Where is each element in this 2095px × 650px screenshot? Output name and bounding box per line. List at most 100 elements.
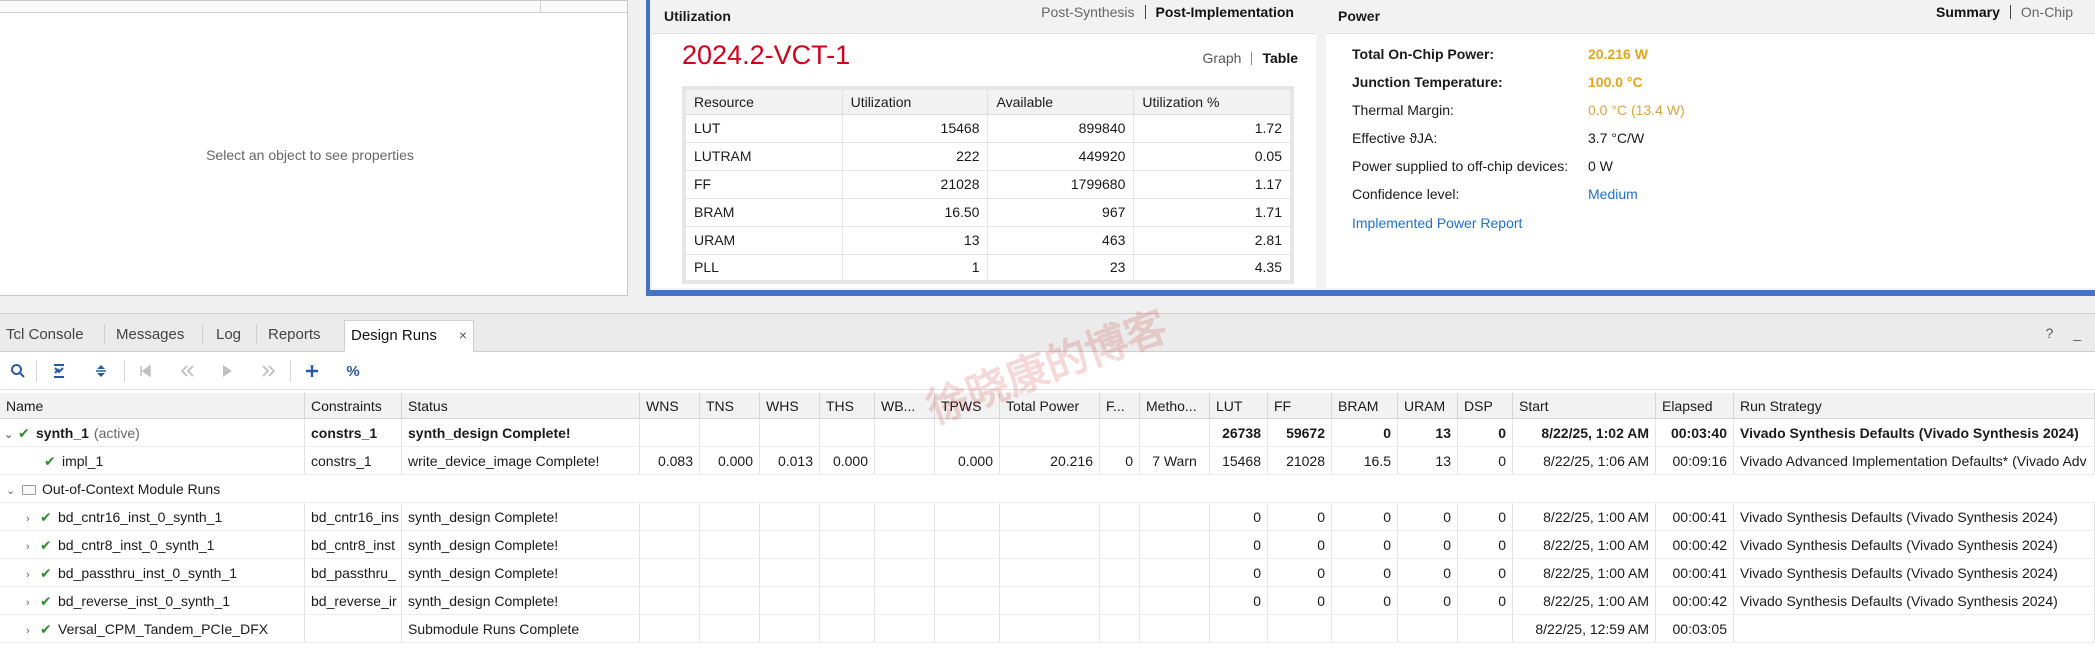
chevron-right-icon[interactable]: › bbox=[26, 533, 40, 558]
utilization-col-header[interactable]: Utilization bbox=[841, 87, 989, 115]
tab-design-runs[interactable]: Design Runs × bbox=[344, 320, 475, 352]
tab-messages[interactable]: Messages bbox=[110, 320, 190, 352]
thermal-margin-value: 0.0 °C (13.4 W) bbox=[1588, 102, 1685, 118]
run-cell-ff: 0 bbox=[1268, 503, 1332, 530]
tab-summary[interactable]: Summary bbox=[1926, 4, 2010, 20]
column-header[interactable]: Start bbox=[1513, 393, 1656, 418]
confidence-level-link[interactable]: Medium bbox=[1588, 186, 1638, 202]
column-header[interactable]: Name bbox=[0, 393, 305, 418]
power-title: Power bbox=[1338, 8, 1381, 24]
column-header[interactable]: DSP bbox=[1458, 393, 1513, 418]
column-header[interactable]: Metho... bbox=[1140, 393, 1210, 418]
run-cell-uram: 13 bbox=[1398, 447, 1458, 474]
utilization-row[interactable]: PLL 1 23 4.35 bbox=[683, 253, 1293, 283]
previous-icon[interactable] bbox=[176, 360, 198, 382]
utilization-cell: 15468 bbox=[841, 113, 989, 143]
column-header[interactable]: Total Power bbox=[1000, 393, 1100, 418]
utilization-row[interactable]: FF 21028 1799680 1.17 bbox=[683, 169, 1293, 199]
view-table[interactable]: Table bbox=[1252, 50, 1308, 66]
utilization-cell: PLL bbox=[683, 253, 843, 283]
column-header[interactable]: LUT bbox=[1210, 393, 1268, 418]
column-header[interactable]: Status bbox=[402, 393, 640, 418]
run-cell-start: 8/22/25, 1:00 AM bbox=[1513, 587, 1656, 614]
utilization-cell: 899840 bbox=[987, 113, 1135, 143]
run-cell-dsp bbox=[1458, 615, 1513, 642]
effective-theta-value: 3.7 °C/W bbox=[1588, 130, 1645, 146]
run-cell-dsp: 0 bbox=[1458, 447, 1513, 474]
run-row[interactable]: › ✔ bd_cntr16_inst_0_synth_1 bd_cntr16_ins s… bbox=[0, 503, 2095, 531]
tab-post-implementation[interactable]: Post-Implementation bbox=[1146, 4, 1304, 20]
column-header[interactable]: F... bbox=[1100, 393, 1140, 418]
percent-icon[interactable]: % bbox=[342, 360, 364, 382]
run-cell-whs bbox=[760, 559, 820, 586]
run-row[interactable]: › ✔ bd_cntr8_inst_0_synth_1 bd_cntr8_inst sy… bbox=[0, 531, 2095, 559]
column-header[interactable]: WHS bbox=[760, 393, 820, 418]
run-row[interactable]: ✔ impl_1 constrs_1 write_device_image Compl… bbox=[0, 447, 2095, 475]
run-cell-tns bbox=[700, 615, 760, 642]
run-row[interactable]: › ✔ bd_passthru_inst_0_synth_1 bd_passthru_… bbox=[0, 559, 2095, 587]
tab-on-chip[interactable]: On-Chip bbox=[2011, 4, 2083, 20]
expand-all-icon[interactable] bbox=[90, 360, 112, 382]
column-header[interactable]: TNS bbox=[700, 393, 760, 418]
run-cell-lut bbox=[1210, 615, 1268, 642]
utilization-col-header[interactable]: Resource bbox=[683, 87, 843, 115]
column-header[interactable]: WB... bbox=[875, 393, 935, 418]
run-row[interactable]: › ✔ Versal_CPM_Tandem_PCIe_DFX Submodule Ru… bbox=[0, 615, 2095, 643]
column-header[interactable]: Elapsed bbox=[1656, 393, 1734, 418]
window-controls[interactable]: ? _ bbox=[2046, 325, 2089, 341]
column-header[interactable]: FF bbox=[1268, 393, 1332, 418]
run-cell-methodology bbox=[1140, 503, 1210, 530]
add-icon[interactable] bbox=[301, 360, 323, 382]
column-header[interactable]: TPWS bbox=[935, 393, 1000, 418]
run-cell-strategy: Vivado Synthesis Defaults (Vivado Synthe… bbox=[1734, 559, 2095, 586]
utilization-cell: 1.17 bbox=[1133, 169, 1293, 199]
close-icon[interactable]: × bbox=[459, 327, 467, 343]
tab-log[interactable]: Log bbox=[210, 320, 247, 352]
view-graph[interactable]: Graph bbox=[1193, 50, 1252, 66]
run-row[interactable]: › ✔ bd_reverse_inst_0_synth_1 bd_reverse_ir… bbox=[0, 587, 2095, 615]
column-header[interactable]: THS bbox=[820, 393, 875, 418]
column-header[interactable]: URAM bbox=[1398, 393, 1458, 418]
chevron-right-icon[interactable]: › bbox=[26, 617, 40, 642]
search-icon[interactable] bbox=[7, 360, 29, 382]
column-header[interactable]: Constraints bbox=[305, 393, 402, 418]
next-icon[interactable] bbox=[258, 360, 280, 382]
group-row[interactable]: ⌄ Out-of-Context Module Runs bbox=[0, 475, 2095, 503]
chevron-right-icon[interactable]: › bbox=[26, 561, 40, 586]
utilization-cell: 23 bbox=[987, 253, 1135, 283]
utilization-row[interactable]: URAM 13 463 2.81 bbox=[683, 225, 1293, 255]
tab-reports[interactable]: Reports bbox=[262, 320, 327, 352]
design-runs-header: Name Constraints Status WNS TNS WHS THS WB... TP… bbox=[0, 393, 2095, 419]
collapse-all-icon[interactable] bbox=[48, 360, 70, 382]
run-cell-dsp: 0 bbox=[1458, 503, 1513, 530]
run-cell-ths bbox=[820, 531, 875, 558]
utilization-row[interactable]: BRAM 16.50 967 1.71 bbox=[683, 197, 1293, 227]
run-cell-methodology bbox=[1140, 587, 1210, 614]
utilization-row[interactable]: LUT 15468 899840 1.72 bbox=[683, 113, 1293, 143]
run-cell-strategy: Vivado Synthesis Defaults (Vivado Synthe… bbox=[1734, 419, 2095, 446]
power-report-link[interactable]: Implemented Power Report bbox=[1352, 215, 1522, 231]
run-cell-bram: 0 bbox=[1332, 503, 1398, 530]
column-header[interactable]: BRAM bbox=[1332, 393, 1398, 418]
run-cell-constraints: bd_cntr16_ins bbox=[305, 503, 402, 530]
chevron-right-icon[interactable]: › bbox=[26, 589, 40, 614]
chevron-down-icon[interactable]: ⌄ bbox=[6, 477, 20, 502]
column-header[interactable]: Run Strategy bbox=[1734, 393, 2095, 418]
run-row[interactable]: ⌄ ✔ synth_1 (active) constrs_1 synth_design C… bbox=[0, 419, 2095, 447]
checkmark-icon: ✔ bbox=[40, 509, 52, 525]
column-header[interactable]: WNS bbox=[640, 393, 700, 418]
run-cell-whs bbox=[760, 531, 820, 558]
chevron-right-icon[interactable]: › bbox=[26, 505, 40, 530]
chevron-down-icon[interactable]: ⌄ bbox=[4, 421, 18, 446]
tab-post-synthesis[interactable]: Post-Synthesis bbox=[1031, 4, 1144, 20]
utilization-col-header[interactable]: Utilization % bbox=[1133, 87, 1293, 115]
tab-tcl-console[interactable]: Tcl Console bbox=[0, 320, 90, 352]
run-name: bd_reverse_inst_0_synth_1 bbox=[58, 593, 231, 609]
first-icon[interactable] bbox=[134, 360, 156, 382]
run-icon[interactable] bbox=[216, 360, 238, 382]
run-cell-tpws bbox=[935, 531, 1000, 558]
utilization-cell: 4.35 bbox=[1133, 253, 1293, 283]
utilization-col-header[interactable]: Available bbox=[987, 87, 1135, 115]
run-cell-ths bbox=[820, 559, 875, 586]
utilization-row[interactable]: LUTRAM 222 449920 0.05 bbox=[683, 141, 1293, 171]
